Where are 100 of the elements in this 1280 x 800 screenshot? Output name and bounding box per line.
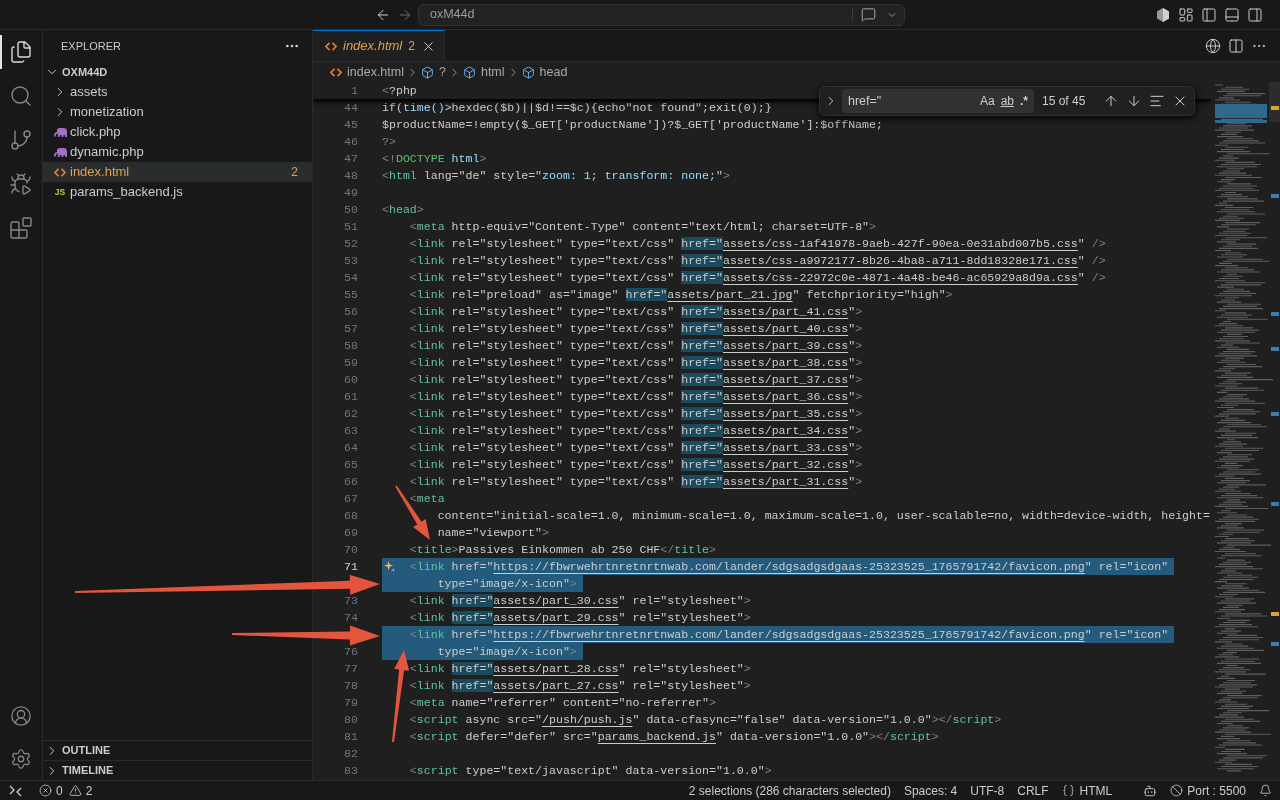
blocks-icon[interactable] xyxy=(9,216,33,240)
tree-item[interactable]: dynamic.php xyxy=(43,142,312,162)
code-line: <script defer="defer" src="params_backend.js" data-version="1.0.0"></script> xyxy=(408,729,940,745)
line-number: 55 xyxy=(343,286,358,303)
editor-tab[interactable]: index.html 2 xyxy=(313,30,445,61)
panel-section-header[interactable]: OUTLINE xyxy=(43,740,312,760)
line-number: 78 xyxy=(343,677,358,694)
bell-icon[interactable] xyxy=(1259,784,1272,797)
line-number: 62 xyxy=(343,405,358,422)
split-editor-icon[interactable] xyxy=(1228,37,1244,54)
tree-item[interactable]: click.php xyxy=(43,122,312,142)
sidebar-title: EXPLORER xyxy=(61,38,121,54)
tree-item[interactable]: assets xyxy=(43,82,312,102)
cube-icon xyxy=(462,65,476,79)
line-number: 60 xyxy=(343,371,358,388)
code-line: <link rel="stylesheet" type="text/css" href="assets/part_33.css"> xyxy=(408,440,864,456)
tree-item[interactable]: index.html 2 xyxy=(43,162,312,182)
breadcrumb-item[interactable]: ? xyxy=(421,62,446,82)
panel-left-icon[interactable] xyxy=(1201,6,1217,23)
code-line: <link rel="stylesheet" type="text/css" href="assets/part_34.css"> xyxy=(408,423,864,439)
problems-status[interactable]: 0 2 xyxy=(39,781,93,800)
whole-word-toggle[interactable]: ab xyxy=(997,92,1017,110)
remote-icon[interactable] xyxy=(9,784,22,797)
code-line: <link href="assets/part_28.css" rel="stylesheet"> xyxy=(408,661,752,677)
line-number: 67 xyxy=(343,490,358,507)
line-number: 73 xyxy=(343,592,358,609)
account-icon[interactable] xyxy=(10,704,32,727)
status-bar-item[interactable]: 2 selections (286 characters selected) xyxy=(688,781,891,800)
layout-icon[interactable] xyxy=(1178,6,1194,23)
line-number: 77 xyxy=(343,660,358,677)
line-number: 82 xyxy=(343,745,358,762)
panel-bottom-icon[interactable] xyxy=(1224,6,1240,23)
code-line: <script async src="/push/push.js" data-cfasync="false" data-version="1.0.0"></script> xyxy=(408,712,1003,728)
line-number: 83 xyxy=(343,762,358,779)
robot-icon[interactable] xyxy=(1143,783,1158,798)
status-bar-item[interactable]: CRLF xyxy=(1017,781,1049,800)
lines-icon[interactable] xyxy=(1149,93,1165,109)
code-line: <?php xyxy=(382,83,418,99)
search-icon[interactable] xyxy=(9,84,33,108)
code-line: name="viewport"> xyxy=(436,525,550,541)
line-number: 53 xyxy=(343,252,358,269)
line-number: 52 xyxy=(343,235,358,252)
cube-icon xyxy=(421,65,434,79)
line-number: 46 xyxy=(343,133,358,150)
line-number: 61 xyxy=(343,388,358,405)
bug-play-icon[interactable] xyxy=(9,172,33,196)
hexagon-icon[interactable] xyxy=(1155,6,1171,23)
line-number: 81 xyxy=(343,728,358,745)
code-brackets-icon xyxy=(330,67,342,77)
line-number: 59 xyxy=(343,354,358,371)
settings-icon[interactable] xyxy=(10,747,32,770)
match-case-toggle[interactable]: Aa xyxy=(976,92,998,110)
branch-icon[interactable] xyxy=(9,128,33,152)
line-number: 68 xyxy=(343,507,358,524)
breadcrumb-item[interactable]: index.html xyxy=(330,62,404,82)
files-icon[interactable] xyxy=(9,40,33,64)
code-line: <title>Passives Einkommen ab 250 CHF</title> xyxy=(408,542,717,558)
code-line: ?> xyxy=(382,134,397,150)
code-line: <link rel="stylesheet" type="text/css" href="assets/part_39.css"> xyxy=(408,338,864,354)
problem-count: 2 xyxy=(408,38,415,55)
code-line: <link rel="stylesheet" type="text/css" href="assets/css-1af41978-9aeb-427f-90ea-0e31abd007b5.css" /> xyxy=(408,236,1107,252)
line-number: 74 xyxy=(343,609,358,626)
line-number: 44 xyxy=(343,99,358,116)
elephant-icon xyxy=(53,127,67,137)
code-line: <head> xyxy=(382,202,425,218)
status-bar-item[interactable]: UTF-8 xyxy=(970,781,1005,800)
code-line: <html lang="de" style="zoom: 1; transform: none;"> xyxy=(382,168,731,184)
code-line: <link rel="stylesheet" type="text/css" href="assets/part_32.css"> xyxy=(408,457,864,473)
tree-item[interactable]: JS params_backend.js xyxy=(43,182,312,202)
language-mode[interactable]: HTML xyxy=(1061,781,1113,800)
code-line: <!DOCTYPE html> xyxy=(382,151,488,167)
braces-icon xyxy=(1061,784,1075,797)
line-number: 1 xyxy=(350,82,358,99)
globe-icon[interactable] xyxy=(1205,37,1221,54)
breadcrumb-item[interactable]: head xyxy=(521,62,568,82)
tree-item[interactable]: OXM44D xyxy=(43,62,312,82)
code-line: <link href="assets/part_30.css" rel="stylesheet"> xyxy=(408,593,752,609)
code-line: <script type="text/javascript" data-version="1.0.0"> xyxy=(408,763,773,779)
breadcrumb-item[interactable]: html xyxy=(462,62,505,82)
code-line: <link rel="stylesheet" type="text/css" href="assets/part_37.css"> xyxy=(408,372,864,388)
tree-item[interactable]: monetization xyxy=(43,102,312,122)
error-icon xyxy=(39,784,52,797)
status-bar-item[interactable]: Spaces: 4 xyxy=(903,781,958,800)
selection-indicator xyxy=(0,35,2,69)
panel-right-icon[interactable] xyxy=(1247,6,1263,23)
sparkle-icon[interactable] xyxy=(384,561,395,572)
line-number: 50 xyxy=(343,201,358,218)
regex-toggle[interactable]: .* xyxy=(1017,92,1031,110)
line-number: 45 xyxy=(343,116,358,133)
find-input[interactable]: href=" Aa ab .* xyxy=(842,89,1034,113)
line-number: 63 xyxy=(343,422,358,439)
line-number: 58 xyxy=(343,337,358,354)
problem-count: 2 xyxy=(291,164,298,181)
line-number: 48 xyxy=(343,167,358,184)
port-status[interactable]: Port : 5500 xyxy=(1170,781,1246,800)
chat-icon[interactable] xyxy=(861,7,876,22)
command-center[interactable]: oxM44d xyxy=(418,3,905,26)
code-line: <link rel="stylesheet" type="text/css" href="assets/part_36.css"> xyxy=(408,389,864,405)
cube-icon xyxy=(521,65,535,79)
code-brackets-icon xyxy=(54,167,66,177)
